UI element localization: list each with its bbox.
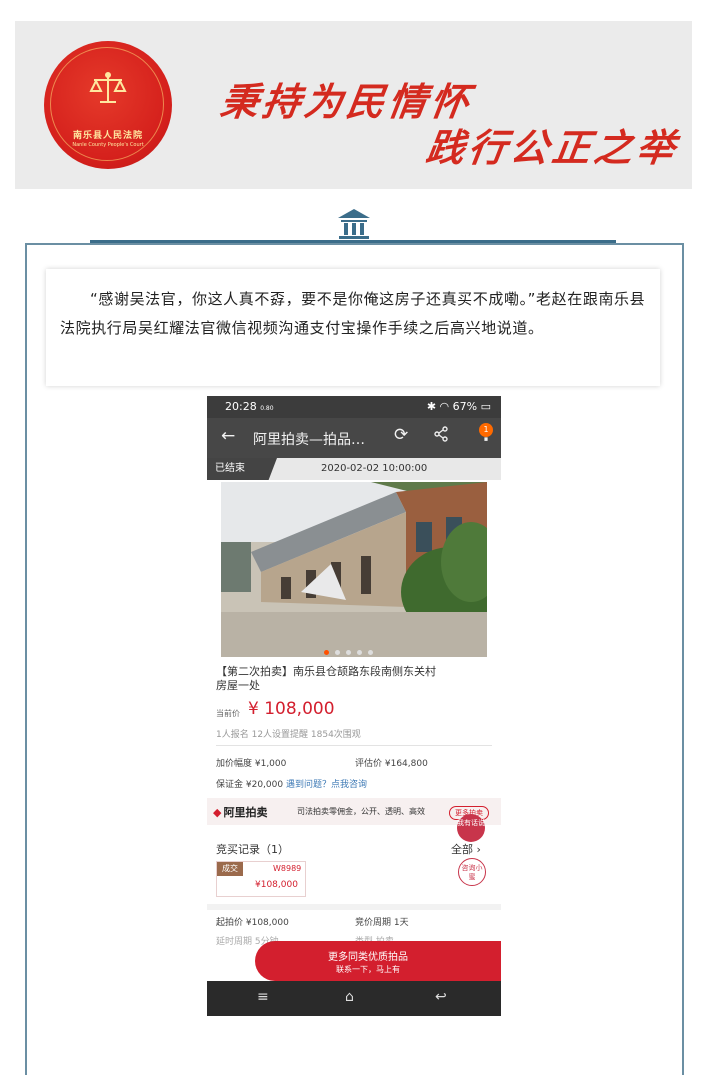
app-bar: ← 阿里拍卖—拍品… ⟳ ⋮ 1 bbox=[207, 418, 501, 458]
auction-meta: 1人报名 12人设置提醒 1854次围观 bbox=[216, 730, 361, 740]
help-link[interactable]: 遇到问题？点我咨询 bbox=[286, 780, 367, 790]
emblem-english: Nanle County People's Court bbox=[72, 142, 144, 148]
property-photo[interactable] bbox=[221, 482, 487, 657]
end-time: 2020-02-02 10:00:00 bbox=[321, 463, 428, 474]
home-icon[interactable]: ⌂ bbox=[345, 989, 354, 1005]
price-label: 当前价 bbox=[216, 709, 240, 718]
back-arrow-icon[interactable]: ← bbox=[221, 426, 235, 446]
feedback-bubble[interactable]: 我有话说 bbox=[457, 814, 485, 842]
emblem-name: 南乐县人民法院 bbox=[72, 131, 143, 141]
status-tag: 已结束 bbox=[207, 458, 277, 480]
auction-title[interactable]: 【第二次拍卖】南乐县仓颉路东段南侧东关村房屋一处 bbox=[216, 665, 446, 693]
quote-text: “感谢吴法官，你这人真不孬，要不是你俺这房子还真买不成嘞。”老赵在跟南乐县法院执… bbox=[60, 290, 646, 337]
bid-record-title: 竞买记录（1） bbox=[216, 843, 289, 856]
bid-cycle: 竞价周期 1天 bbox=[355, 918, 409, 928]
bid-amount: ¥108,000 bbox=[255, 880, 298, 890]
cta-line-1: 更多同类优质拍品 bbox=[328, 952, 408, 963]
carousel-dots[interactable] bbox=[324, 640, 379, 659]
bid-card: 成交 W8989 ¥108,000 bbox=[216, 861, 306, 897]
court-emblem-icon: 南乐县人民法院 Nanle County People's Court bbox=[44, 41, 172, 169]
court-building-icon bbox=[338, 209, 370, 239]
cta-line-2: 联系一下，马上有 bbox=[336, 965, 400, 974]
view-all-link[interactable]: 全部 › bbox=[451, 841, 481, 857]
status-bar: 20:28 0.80 ✱ ◠ 67% ▭ bbox=[207, 396, 501, 418]
share-icon[interactable] bbox=[433, 426, 449, 442]
back-icon[interactable]: ↩ bbox=[435, 989, 447, 1005]
status-battery: 67% bbox=[452, 400, 478, 413]
refresh-icon[interactable]: ⟳ bbox=[394, 425, 408, 445]
menu-icon[interactable]: ≡ bbox=[257, 989, 269, 1005]
deal-tag: 成交 bbox=[217, 862, 243, 876]
ali-auction-logo-icon: ◆ bbox=[213, 806, 222, 819]
app-title: 阿里拍卖—拍品… bbox=[253, 432, 365, 448]
quote-box: “感谢吴法官，你这人真不孬，要不是你俺这房子还真买不成嘞。”老赵在跟南乐县法院执… bbox=[46, 269, 660, 386]
bidder-id: W8989 bbox=[273, 864, 302, 873]
appraisal-price: 评估价 ¥164,800 bbox=[355, 759, 428, 769]
start-price: 起拍价 ¥108,000 bbox=[216, 918, 289, 928]
ali-slogan: 司法拍卖零佣金，公开、透明、高效 bbox=[297, 807, 425, 816]
notification-badge: 1 bbox=[479, 423, 493, 437]
increment: 加价幅度 ¥1,000 bbox=[216, 759, 287, 769]
scales-of-justice-icon bbox=[89, 72, 127, 103]
status-speed: 0.80 bbox=[260, 405, 274, 412]
header-banner: 南乐县人民法院 Nanle County People's Court 秉持为民… bbox=[15, 21, 692, 189]
status-time: 20:28 bbox=[225, 400, 257, 413]
current-price: ¥ 108,000 bbox=[248, 699, 335, 719]
phone-screenshot: 20:28 0.80 ✱ ◠ 67% ▭ ← 阿里拍卖—拍品… ⟳ ⋮ 1 已结… bbox=[207, 396, 501, 1016]
consult-bubble[interactable]: 咨询小蜜 bbox=[458, 858, 486, 886]
slogan-line-2: 践行公正之举 bbox=[423, 125, 682, 170]
system-nav-bar: ≡ ⌂ ↩ bbox=[207, 981, 501, 1016]
more-items-button[interactable]: 更多同类优质拍品 联系一下，马上有 bbox=[255, 941, 501, 981]
deposit: 保证金 ¥20,000 bbox=[216, 780, 284, 790]
ali-logo-text: 阿里拍卖 bbox=[223, 806, 268, 819]
